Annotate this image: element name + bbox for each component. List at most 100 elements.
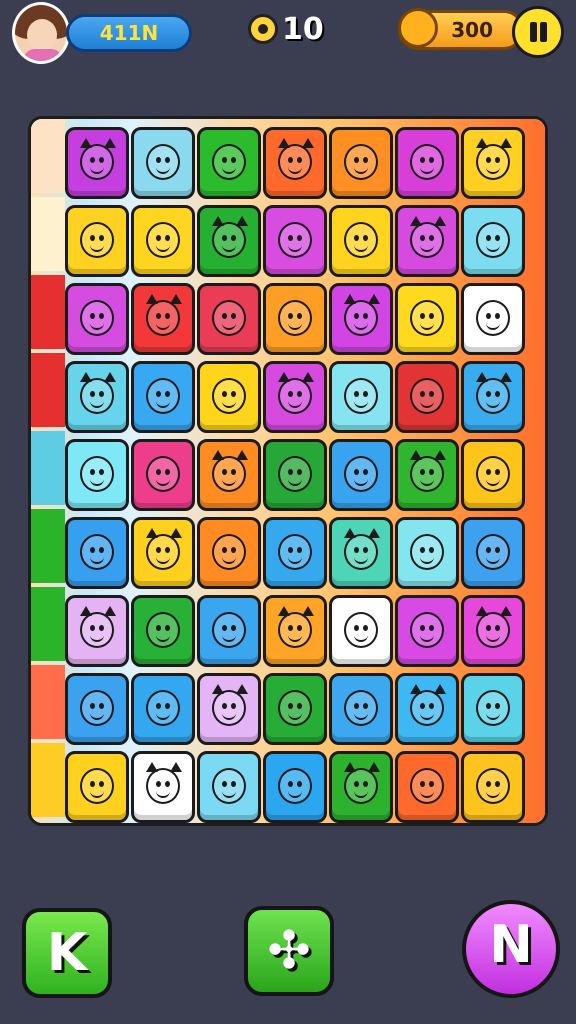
game-tile[interactable] [263,595,327,667]
creature-icon [146,378,180,414]
cursor-button[interactable]: N [462,900,560,998]
gear-icon[interactable] [248,14,278,44]
game-tile[interactable] [197,517,261,589]
game-tile[interactable] [329,751,393,823]
creature-ear [302,372,314,382]
game-tile[interactable] [65,205,129,277]
creature-ear [212,450,224,460]
creature-ear [476,606,488,616]
left-action-button[interactable]: K [22,908,112,998]
creature-icon [410,144,444,180]
sidebar-cell [31,119,65,193]
game-tile[interactable] [329,517,393,589]
creature-icon [80,378,114,414]
creature-icon [80,300,114,336]
creature-icon [344,378,378,414]
game-tile[interactable] [131,751,195,823]
game-tile[interactable] [395,595,459,667]
creature-icon [146,612,180,648]
game-tile[interactable] [329,361,393,433]
game-tile[interactable] [263,283,327,355]
game-tile[interactable] [131,595,195,667]
creature-icon [476,300,510,336]
game-tile[interactable] [461,127,525,199]
creature-ear [236,216,248,226]
game-tile[interactable] [329,673,393,745]
player-score-display: 411N [66,14,192,52]
game-tile[interactable] [329,127,393,199]
game-tile[interactable] [131,283,195,355]
game-tile[interactable] [461,751,525,823]
game-tile[interactable] [461,283,525,355]
creature-ear [368,762,380,772]
game-tile[interactable] [395,517,459,589]
game-tile[interactable] [329,595,393,667]
game-tile[interactable] [263,517,327,589]
game-tile[interactable] [197,361,261,433]
creature-icon [344,534,378,570]
game-tile[interactable] [197,127,261,199]
creature-icon [476,456,510,492]
game-tile[interactable] [131,673,195,745]
game-tile[interactable] [131,517,195,589]
game-tile[interactable] [197,439,261,511]
game-tile[interactable] [197,595,261,667]
game-tile[interactable] [197,205,261,277]
creature-ear [368,528,380,538]
game-tile[interactable] [329,283,393,355]
creature-icon [212,768,246,804]
pause-button[interactable] [512,6,564,58]
sidebar-cell [31,197,65,271]
game-tile[interactable] [65,127,129,199]
game-tile[interactable] [65,283,129,355]
game-tile[interactable] [329,439,393,511]
game-tile[interactable] [65,751,129,823]
game-tile[interactable] [395,439,459,511]
game-tile[interactable] [461,517,525,589]
game-tile[interactable] [395,205,459,277]
shuffle-button[interactable]: ✣ [244,906,334,996]
game-tile[interactable] [131,205,195,277]
game-tile[interactable] [263,127,327,199]
creature-ear [302,606,314,616]
creature-ear [302,138,314,148]
game-tile[interactable] [461,595,525,667]
game-tile[interactable] [65,595,129,667]
creature-icon [410,456,444,492]
game-tile[interactable] [197,283,261,355]
avatar-icon[interactable] [12,2,70,64]
game-tile[interactable] [197,673,261,745]
creature-icon [344,456,378,492]
game-tile[interactable] [65,439,129,511]
game-tile[interactable] [329,205,393,277]
game-tile[interactable] [131,361,195,433]
game-tile[interactable] [65,361,129,433]
game-tile[interactable] [197,751,261,823]
game-tile[interactable] [131,127,195,199]
top-hud: 411N 10 300 [0,0,576,70]
game-tile[interactable] [461,439,525,511]
game-tile[interactable] [263,205,327,277]
creature-icon [410,222,444,258]
creature-icon [410,378,444,414]
creature-ear [146,528,158,538]
game-tile[interactable] [461,205,525,277]
game-tile[interactable] [395,283,459,355]
game-tile[interactable] [395,361,459,433]
creature-ear [500,138,512,148]
game-tile[interactable] [263,439,327,511]
creature-icon [410,300,444,336]
game-tile[interactable] [65,673,129,745]
game-tile[interactable] [395,673,459,745]
game-tile[interactable] [263,673,327,745]
creature-icon [278,612,312,648]
game-tile[interactable] [263,361,327,433]
game-tile[interactable] [263,751,327,823]
game-tile[interactable] [395,127,459,199]
game-tile[interactable] [131,439,195,511]
game-tile[interactable] [461,361,525,433]
creature-ear [344,762,356,772]
game-tile[interactable] [65,517,129,589]
game-tile[interactable] [461,673,525,745]
game-tile[interactable] [395,751,459,823]
